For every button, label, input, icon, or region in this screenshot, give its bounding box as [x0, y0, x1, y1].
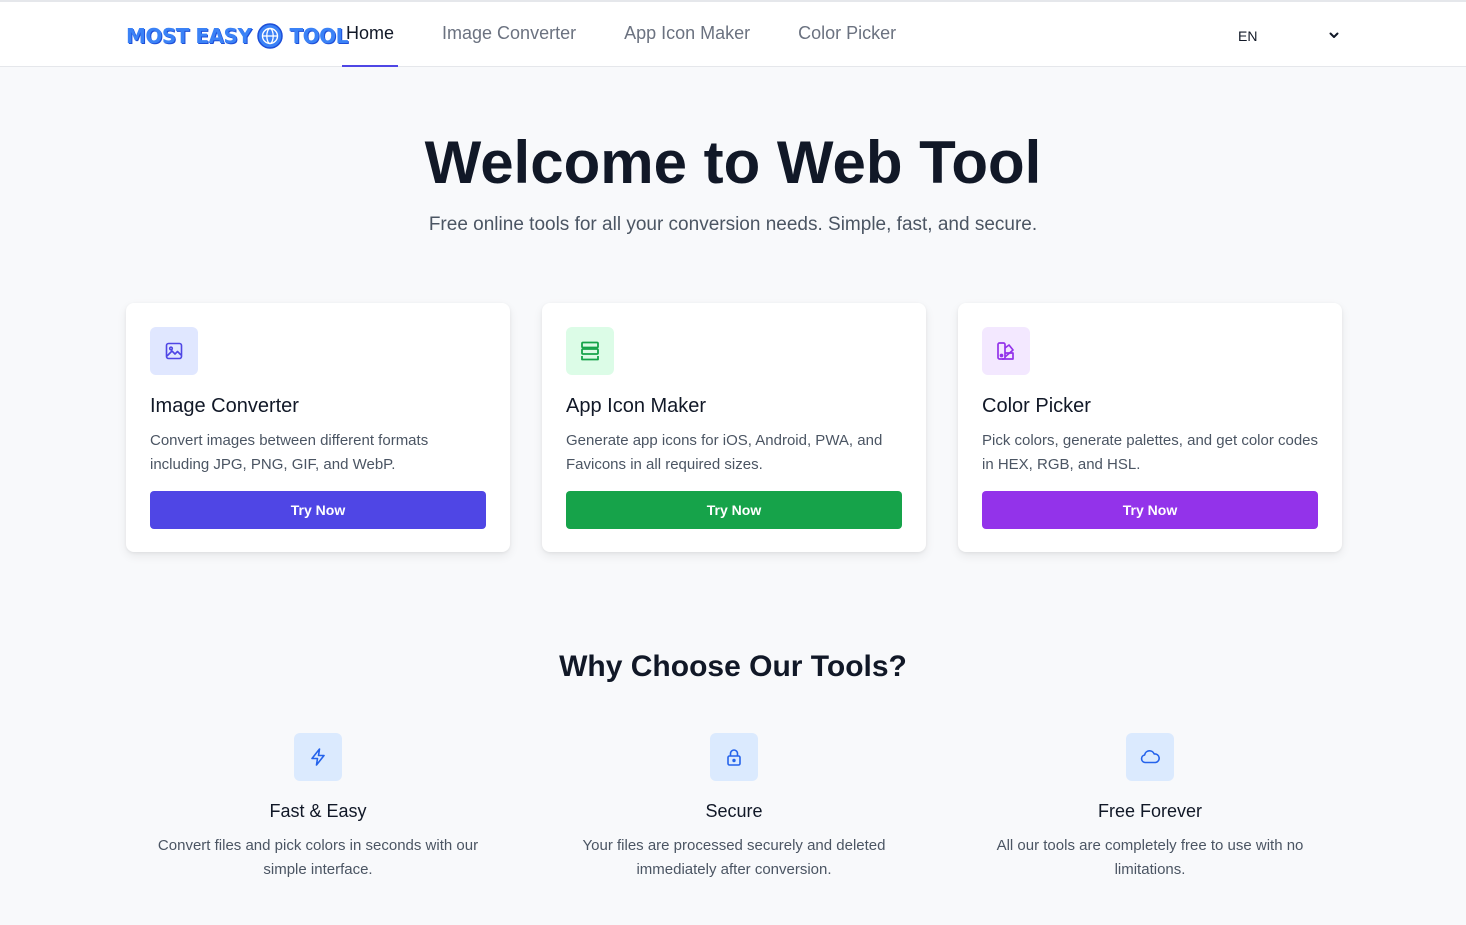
- cloud-icon: [1126, 733, 1174, 781]
- image-icon: [150, 327, 198, 375]
- language-select[interactable]: EN: [1228, 24, 1342, 48]
- card-color-picker: Color Picker Pick colors, generate palet…: [958, 303, 1342, 552]
- language-value: EN: [1238, 28, 1258, 44]
- lock-icon: [710, 733, 758, 781]
- card-description: Pick colors, generate palettes, and get …: [982, 432, 1319, 473]
- logo-text-left: MOST EASY: [126, 24, 252, 48]
- feature-title: Free Forever: [1097, 801, 1203, 821]
- logo-text-right: TOOL: [289, 24, 348, 48]
- feature-description: All our tools are completely free to use…: [996, 837, 1304, 878]
- nav-home[interactable]: Home: [342, 2, 399, 67]
- feature-free-forever: Free Forever All our tools are completel…: [958, 733, 1342, 882]
- try-now-button[interactable]: Try Now: [982, 491, 1318, 529]
- nav-color-picker[interactable]: Color Picker: [794, 2, 900, 67]
- card-description: Generate app icons for iOS, Android, PWA…: [566, 432, 883, 473]
- feature-description: Convert files and pick colors in seconds…: [157, 837, 479, 878]
- globe-icon: [257, 23, 284, 49]
- card-title: Image Converter: [150, 395, 299, 417]
- hero-subtitle: Free online tools for all your conversio…: [428, 214, 1038, 235]
- card-description: Convert images between different formats…: [150, 432, 429, 473]
- main-nav: Home Image Converter App Icon Maker Colo…: [342, 2, 940, 67]
- site-logo[interactable]: MOST EASY TOOL: [126, 20, 348, 52]
- feature-description: Your files are processed securely and de…: [582, 837, 886, 878]
- feature-secure: Secure Your files are processed securely…: [542, 733, 926, 882]
- card-app-icon-maker: App Icon Maker Generate app icons for iO…: [542, 303, 926, 552]
- palette-icon: [982, 327, 1030, 375]
- card-title: App Icon Maker: [566, 395, 707, 417]
- why-title: Why Choose Our Tools?: [559, 650, 907, 683]
- chevron-down-icon: [1328, 28, 1340, 44]
- try-now-button[interactable]: Try Now: [150, 491, 486, 529]
- card-title: Color Picker: [982, 395, 1091, 417]
- top-navbar: MOST EASY TOOL Home Image Converter App …: [0, 0, 1466, 67]
- feature-fast-easy: Fast & Easy Convert files and pick color…: [126, 733, 510, 882]
- feature-title: Secure: [705, 801, 763, 821]
- feature-title: Fast & Easy: [269, 801, 367, 821]
- try-now-button[interactable]: Try Now: [566, 491, 902, 529]
- app-stack-icon: [566, 327, 614, 375]
- hero-title: Welcome to Web Tool: [424, 129, 1042, 196]
- nav-image-converter[interactable]: Image Converter: [438, 2, 580, 67]
- nav-app-icon-maker[interactable]: App Icon Maker: [620, 2, 754, 67]
- card-image-converter: Image Converter Convert images between d…: [126, 303, 510, 552]
- lightning-icon: [294, 733, 342, 781]
